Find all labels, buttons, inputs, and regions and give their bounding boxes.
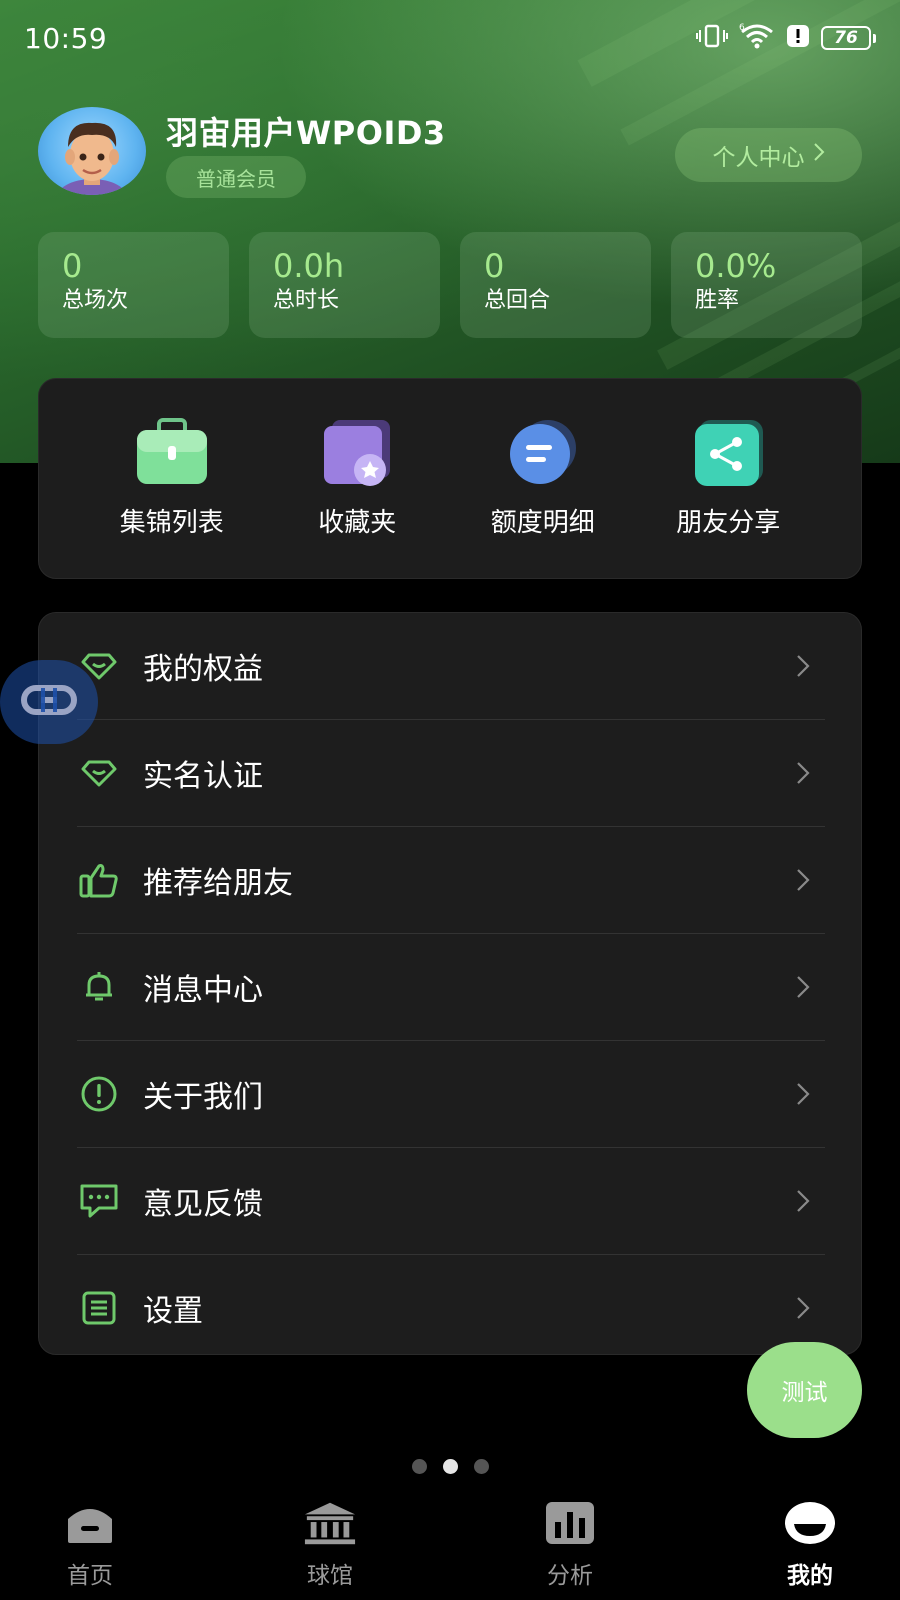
menu-item-label: 我的权益 <box>143 652 263 687</box>
info-circle-icon <box>77 1072 121 1116</box>
menu-card: 我的权益 实名认证 推荐给朋友 消息中心 关于我们 意见反馈 设置 <box>38 612 862 1355</box>
alert-icon <box>785 23 811 53</box>
quick-action-label: 集锦列表 <box>119 508 224 538</box>
stat-total-duration[interactable]: 0.0h 总时长 <box>249 232 440 338</box>
menu-item-feedback[interactable]: 意见反馈 <box>77 1148 825 1254</box>
home-icon <box>63 1498 117 1548</box>
chevron-right-icon <box>791 761 815 785</box>
nav-home[interactable]: 首页 <box>30 1490 150 1600</box>
chevron-right-icon <box>791 868 815 892</box>
stats-row: 0 总场次 0.0h 总时长 0 总回合 0.0% 胜率 <box>38 232 862 338</box>
menu-item-label: 推荐给朋友 <box>143 866 293 901</box>
quick-action-label: 朋友分享 <box>676 508 781 538</box>
nav-label: 球馆 <box>307 1563 353 1589</box>
stat-label: 总回合 <box>484 288 551 313</box>
quota-list-icon <box>504 418 582 488</box>
menu-item-real-name-verification[interactable]: 实名认证 <box>77 720 825 826</box>
menu-item-label: 设置 <box>143 1294 203 1329</box>
favorites-folder-icon <box>318 418 396 488</box>
link-icon <box>21 682 77 722</box>
member-level-badge: 普通会员 <box>166 156 306 198</box>
bottom-nav: 首页 球馆 分析 我的 <box>0 1490 900 1600</box>
nav-stadium[interactable]: 球馆 <box>270 1490 390 1600</box>
stat-value: 0 <box>62 247 83 285</box>
username: 羽宙用户WPOID3 <box>166 114 446 152</box>
menu-item-label: 关于我们 <box>143 1080 263 1115</box>
nav-mine[interactable]: 我的 <box>750 1490 870 1600</box>
thumbs-up-icon <box>77 858 121 902</box>
stat-value: 0.0h <box>273 247 345 285</box>
personal-center-button[interactable]: 个人中心 <box>675 128 862 182</box>
chevron-right-icon <box>791 1082 815 1106</box>
battery-level: 76 <box>821 26 871 50</box>
chevron-right-icon <box>791 1189 815 1213</box>
stat-label: 胜率 <box>695 288 740 313</box>
feedback-chat-icon <box>77 1179 121 1223</box>
menu-item-label: 实名认证 <box>143 759 263 794</box>
stat-total-matches[interactable]: 0 总场次 <box>38 232 229 338</box>
stat-value: 0.0% <box>695 247 777 285</box>
page-dot-active[interactable] <box>442 1459 458 1474</box>
menu-item-my-benefits[interactable]: 我的权益 <box>77 613 825 719</box>
wifi-icon: 6 <box>739 22 775 54</box>
status-bar: 10:59 6 76 <box>24 18 876 58</box>
page-indicator <box>0 1459 900 1474</box>
profile-icon <box>783 1498 837 1548</box>
briefcase-icon <box>133 418 211 488</box>
analysis-chart-icon <box>543 1498 597 1548</box>
stadium-icon <box>303 1498 357 1548</box>
personal-center-label: 个人中心 <box>712 145 805 171</box>
avatar[interactable] <box>38 107 146 195</box>
quick-action-label: 收藏夹 <box>318 508 397 538</box>
vibrate-icon <box>695 23 729 53</box>
share-icon <box>689 418 767 488</box>
stat-win-rate[interactable]: 0.0% 胜率 <box>671 232 862 338</box>
quick-action-share[interactable]: 朋友分享 <box>653 418 803 539</box>
page-dot[interactable] <box>411 1459 427 1474</box>
menu-item-settings[interactable]: 设置 <box>77 1255 825 1361</box>
bell-icon <box>77 965 121 1009</box>
diamond-icon <box>77 751 121 795</box>
quick-action-label: 额度明细 <box>490 508 595 538</box>
quick-action-highlights[interactable]: 集锦列表 <box>97 418 247 539</box>
nav-analysis[interactable]: 分析 <box>510 1490 630 1600</box>
menu-item-recommend-friends[interactable]: 推荐给朋友 <box>77 827 825 933</box>
chevron-right-icon <box>813 142 825 168</box>
battery-icon: 76 <box>821 26 876 50</box>
floating-link-button[interactable] <box>0 660 98 744</box>
stat-label: 总场次 <box>62 288 129 313</box>
settings-list-icon <box>77 1286 121 1330</box>
test-button[interactable]: 测试 <box>747 1342 862 1438</box>
menu-item-about-us[interactable]: 关于我们 <box>77 1041 825 1147</box>
quick-actions-card: 集锦列表 收藏夹 额度明细 朋友分享 <box>38 378 862 579</box>
nav-label: 我的 <box>787 1563 833 1589</box>
quick-action-quota-details[interactable]: 额度明细 <box>468 418 618 539</box>
menu-item-message-center[interactable]: 消息中心 <box>77 934 825 1040</box>
menu-item-label: 意见反馈 <box>143 1187 263 1222</box>
nav-label: 分析 <box>547 1563 593 1589</box>
stat-label: 总时长 <box>273 288 340 313</box>
nav-label: 首页 <box>67 1563 113 1589</box>
quick-action-favorites[interactable]: 收藏夹 <box>282 418 432 539</box>
chevron-right-icon <box>791 654 815 678</box>
menu-item-label: 消息中心 <box>143 973 263 1008</box>
stat-total-rounds[interactable]: 0 总回合 <box>460 232 651 338</box>
chevron-right-icon <box>791 1296 815 1320</box>
status-icons: 6 76 <box>695 22 876 54</box>
stat-value: 0 <box>484 247 505 285</box>
svg-text:6: 6 <box>739 23 745 33</box>
chevron-right-icon <box>791 975 815 999</box>
page-dot[interactable] <box>473 1459 489 1474</box>
status-time: 10:59 <box>24 21 108 55</box>
